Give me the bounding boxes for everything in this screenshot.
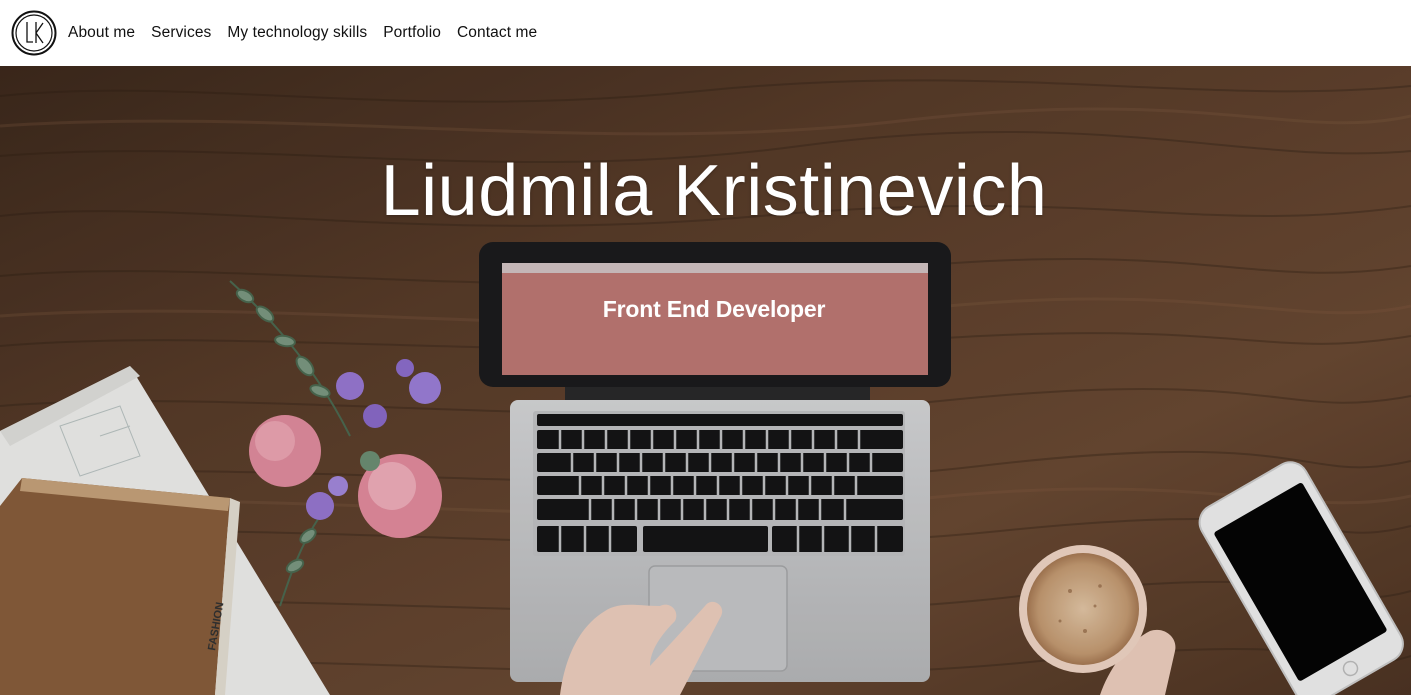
nav-link-services[interactable]: Services [151, 24, 211, 42]
nav-link-about-me[interactable]: About me [68, 24, 135, 42]
hero-subtitle: Front End Developer [602, 296, 826, 322]
nav-link-contact-me[interactable]: Contact me [457, 24, 537, 42]
top-navbar: About me Services My technology skills P… [0, 0, 1411, 66]
hero-title: Liudmila Kristinevich [380, 151, 1048, 231]
hero-section: FASHION Liudmila Kristinevich Front End … [0, 66, 1411, 695]
nav-link-portfolio[interactable]: Portfolio [383, 24, 441, 42]
nav-links: About me Services My technology skills P… [68, 0, 553, 66]
nav-link-technology-skills[interactable]: My technology skills [227, 24, 367, 42]
lk-logo-icon[interactable] [11, 10, 57, 56]
